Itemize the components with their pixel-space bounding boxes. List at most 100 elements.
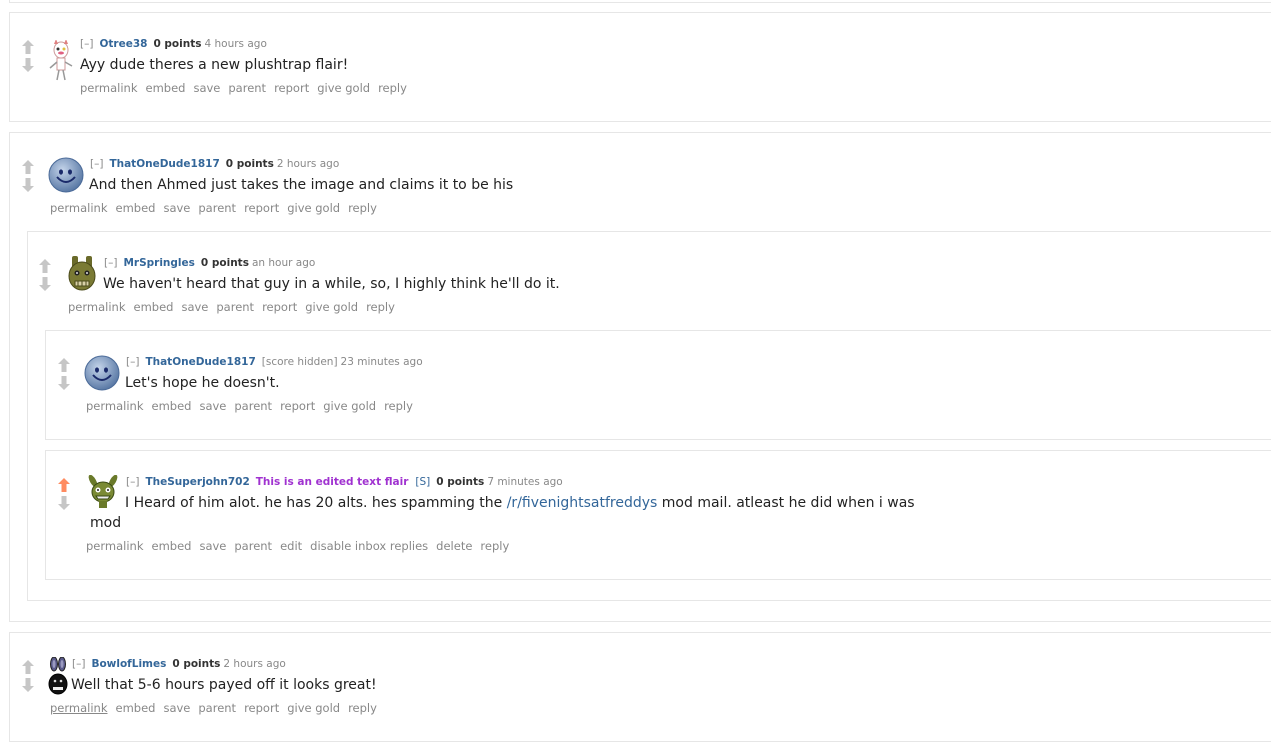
comment-buttons: permalink embed save parent report give gold r… xyxy=(86,399,421,413)
comment-box-thesuperjohn xyxy=(45,450,1271,580)
reply-button[interactable]: reply xyxy=(378,81,407,95)
collapse-toggle[interactable]: [–] xyxy=(126,476,139,488)
comment-body: Well that 5-6 hours payed off it looks g… xyxy=(71,677,377,693)
give-gold-button[interactable]: give gold xyxy=(323,399,376,413)
save-button[interactable]: save xyxy=(163,201,190,215)
permalink-button[interactable]: permalink xyxy=(86,399,144,413)
reply-button[interactable]: reply xyxy=(480,539,509,553)
report-button[interactable]: report xyxy=(244,201,279,215)
downvote-arrow[interactable] xyxy=(22,178,34,192)
upvote-arrow[interactable] xyxy=(58,358,70,372)
save-button[interactable]: save xyxy=(163,701,190,715)
collapse-toggle[interactable]: [–] xyxy=(90,158,103,170)
springtrap-flair-icon xyxy=(66,256,98,296)
comment-buttons: permalink embed save parent edit disable inbo… xyxy=(86,539,517,553)
report-button[interactable]: report xyxy=(262,300,297,314)
balloon-face-flair-icon xyxy=(48,157,84,197)
upvote-arrow[interactable] xyxy=(22,660,34,674)
reply-button[interactable]: reply xyxy=(366,300,395,314)
report-button[interactable]: report xyxy=(280,399,315,413)
collapse-toggle[interactable]: [–] xyxy=(72,658,85,670)
comment-tagline: [–] ThatOneDude1817 [score hidden] 23 minut… xyxy=(126,355,423,369)
comment-author[interactable]: ThatOneDude1817 xyxy=(145,356,255,368)
comment-author[interactable]: BowlofLimes xyxy=(91,658,166,670)
save-button[interactable]: save xyxy=(193,81,220,95)
permalink-button[interactable]: permalink xyxy=(50,701,108,715)
comment-time: an hour xyxy=(251,257,293,269)
parent-button[interactable]: parent xyxy=(198,201,236,215)
comment-tagline: [–] ThatOneDude1817 0 points 2 hours ago xyxy=(90,157,339,171)
upvote-arrow[interactable] xyxy=(39,259,51,273)
save-button[interactable]: save xyxy=(181,300,208,314)
upvote-arrow-active[interactable] xyxy=(58,478,70,492)
comment-thread-top-remnant xyxy=(9,0,1271,3)
collapse-toggle[interactable]: [–] xyxy=(80,38,93,50)
collapse-toggle[interactable]: [–] xyxy=(126,356,139,368)
downvote-arrow[interactable] xyxy=(58,496,70,510)
give-gold-button[interactable]: give gold xyxy=(287,701,340,715)
downvote-arrow[interactable] xyxy=(39,277,51,291)
embed-button[interactable]: embed xyxy=(152,539,192,553)
permalink-button[interactable]: permalink xyxy=(50,201,108,215)
permalink-button[interactable]: permalink xyxy=(86,539,144,553)
report-button[interactable]: report xyxy=(274,81,309,95)
user-flair-text: This is an edited text flair xyxy=(255,476,409,488)
comment-author[interactable]: MrSpringles xyxy=(123,257,194,269)
downvote-arrow[interactable] xyxy=(22,678,34,692)
comment-author[interactable]: Otree38 xyxy=(99,38,147,50)
embed-button[interactable]: embed xyxy=(116,201,156,215)
comment-body: We haven't heard that guy in a while, so… xyxy=(103,276,560,292)
give-gold-button[interactable]: give gold xyxy=(305,300,358,314)
upvote-arrow[interactable] xyxy=(22,40,34,54)
subreddit-link[interactable]: /r/fivenightsatfreddys xyxy=(507,495,658,511)
comment-time: 7 minutes xyxy=(487,476,540,488)
reply-button[interactable]: reply xyxy=(348,701,377,715)
parent-button[interactable]: parent xyxy=(216,300,254,314)
comment-time-suffix: ago xyxy=(247,38,267,50)
comment-time-suffix: ago xyxy=(319,158,340,170)
comment-body-text: I Heard of him alot. he has 20 alts. hes… xyxy=(125,495,507,511)
disable-inbox-replies-button[interactable]: disable inbox replies xyxy=(310,539,428,553)
comment-time-suffix: ago xyxy=(403,356,423,368)
save-button[interactable]: save xyxy=(199,539,226,553)
report-button[interactable]: report xyxy=(244,701,279,715)
embed-button[interactable]: embed xyxy=(146,81,186,95)
comment-tagline: [–] TheSuperjohn702 This is an edited text… xyxy=(126,475,563,489)
embed-button[interactable]: embed xyxy=(152,399,192,413)
comment-body: Let's hope he doesn't. xyxy=(125,375,280,391)
parent-button[interactable]: parent xyxy=(234,539,272,553)
upvote-arrow[interactable] xyxy=(22,160,34,174)
comment-score: 0 points xyxy=(172,658,221,670)
parent-button[interactable]: parent xyxy=(198,701,236,715)
comment-tagline: [–] MrSpringles 0 points an hour ago xyxy=(104,256,315,270)
embed-button[interactable]: embed xyxy=(134,300,174,314)
give-gold-button[interactable]: give gold xyxy=(317,81,370,95)
permalink-button[interactable]: permalink xyxy=(68,300,126,314)
downvote-arrow[interactable] xyxy=(22,58,34,72)
embed-button[interactable]: embed xyxy=(116,701,156,715)
comment-buttons: permalink embed save parent report give gold r… xyxy=(50,701,385,715)
submitter-badge[interactable]: [S] xyxy=(415,476,430,488)
permalink-button[interactable]: permalink xyxy=(80,81,138,95)
comment-score: 0 points xyxy=(436,476,485,488)
comment-score: 0 points xyxy=(225,158,274,170)
parent-button[interactable]: parent xyxy=(228,81,266,95)
collapse-toggle[interactable]: [–] xyxy=(104,257,117,269)
plushtrap-flair-icon xyxy=(84,474,122,513)
edit-button[interactable]: edit xyxy=(280,539,302,553)
reply-button[interactable]: reply xyxy=(348,201,377,215)
comment-author[interactable]: TheSuperjohn702 xyxy=(145,476,249,488)
reply-button[interactable]: reply xyxy=(384,399,413,413)
give-gold-button[interactable]: give gold xyxy=(287,201,340,215)
save-button[interactable]: save xyxy=(199,399,226,413)
score-hidden-label: [score hidden] xyxy=(261,356,338,368)
downvote-arrow[interactable] xyxy=(58,376,70,390)
delete-button[interactable]: delete xyxy=(436,539,472,553)
comment-body: Ayy dude theres a new plushtrap flair! xyxy=(80,57,349,73)
comment-body-text: mod mail. atleast he did when i was xyxy=(657,495,915,511)
comment-time-suffix: ago xyxy=(266,658,286,670)
comment-score: 0 points xyxy=(153,38,202,50)
comment-author[interactable]: ThatOneDude1817 xyxy=(109,158,219,170)
parent-button[interactable]: parent xyxy=(234,399,272,413)
comment-score: 0 points xyxy=(200,257,249,269)
